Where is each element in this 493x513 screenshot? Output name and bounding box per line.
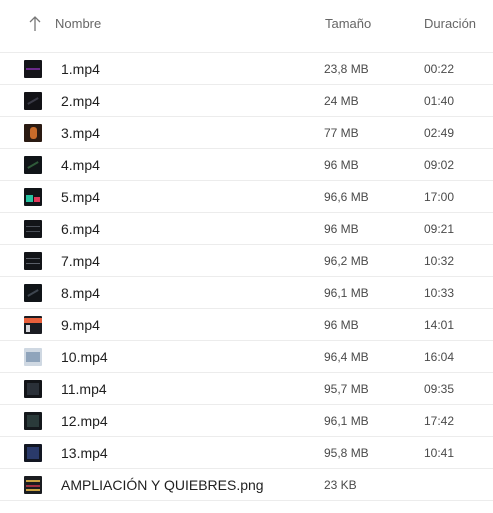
file-size: 96,6 MB	[324, 190, 369, 204]
column-header-name[interactable]: Nombre	[55, 16, 101, 31]
file-duration: 10:33	[424, 286, 455, 300]
file-size: 96,2 MB	[324, 254, 369, 268]
file-size: 23,8 MB	[324, 62, 369, 76]
table-row[interactable]: 12.mp4 96,1 MB 17:42	[0, 405, 493, 437]
file-duration: 17:00	[424, 190, 455, 204]
table-row[interactable]: 7.mp4 96,2 MB 10:32	[0, 245, 493, 277]
file-thumbnail	[24, 316, 42, 334]
file-size: 24 MB	[324, 94, 359, 108]
file-duration: 09:35	[424, 382, 455, 396]
file-size: 96,1 MB	[324, 414, 369, 428]
column-header-duration[interactable]: Duración	[424, 16, 476, 31]
file-duration: 16:04	[424, 350, 455, 364]
file-size: 77 MB	[324, 126, 359, 140]
file-thumbnail	[24, 412, 42, 430]
file-duration: 09:02	[424, 158, 455, 172]
table-row[interactable]: 1.mp4 23,8 MB 00:22	[0, 53, 493, 85]
file-name[interactable]: 5.mp4	[61, 189, 100, 205]
file-size: 96,1 MB	[324, 286, 369, 300]
file-name[interactable]: 9.mp4	[61, 317, 100, 333]
table-row[interactable]: 3.mp4 77 MB 02:49	[0, 117, 493, 149]
file-name[interactable]: 6.mp4	[61, 221, 100, 237]
file-duration: 09:21	[424, 222, 455, 236]
file-name[interactable]: 4.mp4	[61, 157, 100, 173]
file-duration: 01:40	[424, 94, 455, 108]
table-row[interactable]: 9.mp4 96 MB 14:01	[0, 309, 493, 341]
table-header: Nombre Tamaño Duración	[0, 0, 493, 53]
file-thumbnail	[24, 476, 42, 494]
file-thumbnail	[24, 188, 42, 206]
file-thumbnail	[24, 348, 42, 366]
file-size: 95,7 MB	[324, 382, 369, 396]
file-thumbnail	[24, 92, 42, 110]
file-name[interactable]: 13.mp4	[61, 445, 108, 461]
file-thumbnail	[24, 124, 42, 142]
file-duration: 10:32	[424, 254, 455, 268]
file-name[interactable]: 1.mp4	[61, 61, 100, 77]
table-row[interactable]: 8.mp4 96,1 MB 10:33	[0, 277, 493, 309]
arrow-up-icon[interactable]	[28, 15, 42, 33]
column-header-size[interactable]: Tamaño	[325, 16, 371, 31]
table-row[interactable]: 13.mp4 95,8 MB 10:41	[0, 437, 493, 469]
file-thumbnail	[24, 252, 42, 270]
file-name[interactable]: AMPLIACIÓN Y QUIEBRES.png	[61, 477, 264, 493]
file-duration: 14:01	[424, 318, 455, 332]
file-size: 95,8 MB	[324, 446, 369, 460]
file-thumbnail	[24, 156, 42, 174]
file-size: 96 MB	[324, 222, 359, 236]
file-name[interactable]: 12.mp4	[61, 413, 108, 429]
file-thumbnail	[24, 444, 42, 462]
file-size: 23 KB	[324, 478, 357, 492]
table-row[interactable]: 4.mp4 96 MB 09:02	[0, 149, 493, 181]
file-size: 96 MB	[324, 158, 359, 172]
file-thumbnail	[24, 380, 42, 398]
table-row[interactable]: 6.mp4 96 MB 09:21	[0, 213, 493, 245]
file-name[interactable]: 2.mp4	[61, 93, 100, 109]
table-row[interactable]: 2.mp4 24 MB 01:40	[0, 85, 493, 117]
file-name[interactable]: 8.mp4	[61, 285, 100, 301]
file-duration: 17:42	[424, 414, 455, 428]
table-row[interactable]: 5.mp4 96,6 MB 17:00	[0, 181, 493, 213]
file-name[interactable]: 10.mp4	[61, 349, 108, 365]
table-row[interactable]: AMPLIACIÓN Y QUIEBRES.png 23 KB	[0, 469, 493, 501]
file-duration: 10:41	[424, 446, 455, 460]
file-size: 96 MB	[324, 318, 359, 332]
file-list: 1.mp4 23,8 MB 00:22 2.mp4 24 MB 01:40 3.mp4 77 …	[0, 53, 493, 501]
file-name[interactable]: 3.mp4	[61, 125, 100, 141]
file-name[interactable]: 11.mp4	[61, 381, 107, 397]
file-duration: 00:22	[424, 62, 455, 76]
file-table: Nombre Tamaño Duración 1.mp4 23,8 MB 00:22…	[0, 0, 493, 501]
table-row[interactable]: 11.mp4 95,7 MB 09:35	[0, 373, 493, 405]
file-thumbnail	[24, 60, 42, 78]
file-duration: 02:49	[424, 126, 455, 140]
file-size: 96,4 MB	[324, 350, 369, 364]
table-row[interactable]: 10.mp4 96,4 MB 16:04	[0, 341, 493, 373]
file-name[interactable]: 7.mp4	[61, 253, 100, 269]
file-thumbnail	[24, 220, 42, 238]
file-thumbnail	[24, 284, 42, 302]
